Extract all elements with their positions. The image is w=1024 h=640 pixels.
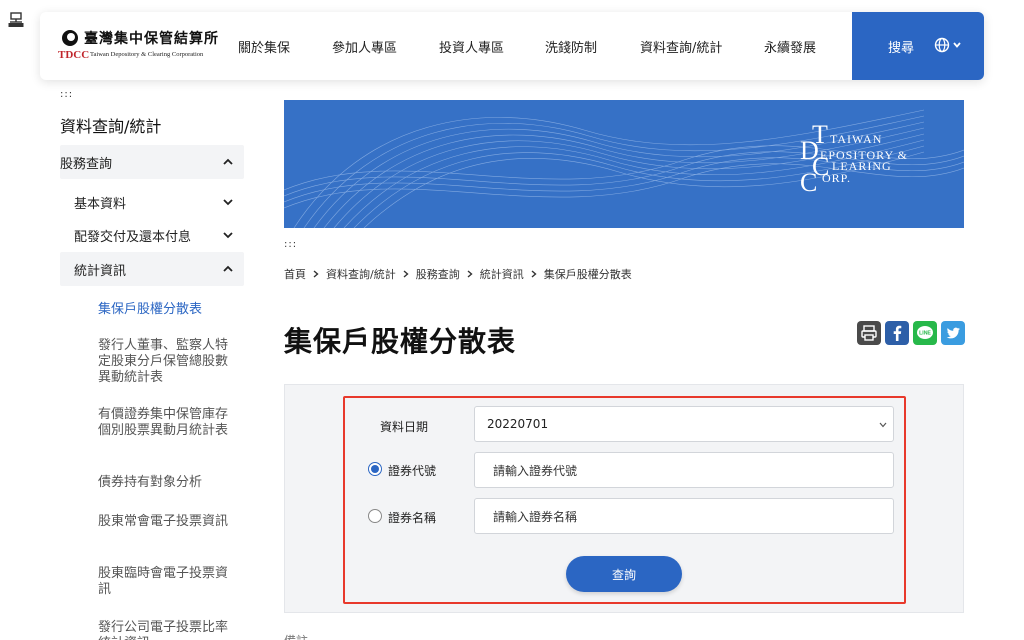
name-input[interactable]: 請輸入證券名稱 <box>474 498 894 534</box>
chevron-down-icon[interactable] <box>952 40 962 50</box>
sidebar-subitem[interactable]: 債券持有對象分析 <box>98 475 228 491</box>
sidebar-group-label: 配發交付及還本付息 <box>74 229 192 245</box>
twitter-icon[interactable] <box>941 321 965 345</box>
sidebar-section-label: 股務查詢 <box>60 156 113 172</box>
nav-aml[interactable]: 洗錢防制 <box>545 37 597 56</box>
breadcrumb-current: 集保戶股權分散表 <box>543 268 632 281</box>
sidebar-subitem[interactable]: 發行人董事、監察人特定股東分戶保管總股數異動統計表 <box>98 338 228 386</box>
banner-text: TAIWAN <box>830 132 883 146</box>
chevron-up-icon <box>223 265 233 272</box>
breadcrumb-item[interactable]: 股務查詢 <box>416 266 460 282</box>
code-label[interactable]: 證券代號 <box>388 462 436 479</box>
query-button[interactable]: 查詢 <box>566 556 682 592</box>
sidebar-title: 資料查詢/統計 <box>60 117 162 136</box>
breadcrumb: 首頁 資料查詢/統計 股務查詢 統計資訊 集保戶股權分散表 <box>284 266 632 282</box>
nav-data-query[interactable]: 資料查詢/統計 <box>640 37 722 56</box>
sidebar-subitem[interactable]: 股東常會電子投票資訊 <box>98 514 228 530</box>
line-icon-text: LINE <box>919 331 931 337</box>
chevron-right-icon <box>313 270 319 278</box>
sidebar-group-statistics[interactable]: 統計資訊 <box>60 252 244 286</box>
banner-letter: C <box>800 168 818 197</box>
date-select-value: 20220701 <box>487 417 549 431</box>
line-icon[interactable]: LINE <box>913 321 937 345</box>
date-select[interactable]: 20220701 <box>474 406 894 442</box>
sitemap-icon[interactable] <box>8 12 24 28</box>
chevron-down-icon <box>223 199 233 206</box>
chevron-down-icon <box>879 422 887 428</box>
logo-mark-icon <box>62 30 78 46</box>
banner-logo: T TAIWAN D EPOSITORY & C LEARING C ORP. <box>800 122 940 212</box>
code-input-placeholder: 請輸入證券代號 <box>493 463 578 478</box>
date-label: 資料日期 <box>380 420 429 434</box>
accesskey-content[interactable]: ::: <box>284 240 297 250</box>
search-button[interactable]: 搜尋 <box>888 37 914 56</box>
tdcc-logo[interactable]: 臺灣集中保管結算所 TDCC Taiwan Depository & Clear… <box>58 26 218 66</box>
logo-english: Taiwan Depository & Clearing Corporation <box>90 51 204 58</box>
name-label[interactable]: 證券名稱 <box>388 509 436 526</box>
nav-about[interactable]: 關於集保 <box>238 37 290 56</box>
nav-investors[interactable]: 投資人專區 <box>439 37 504 56</box>
page-title: 集保戶股權分散表 <box>284 325 517 358</box>
sidebar-section-shareholder-query[interactable]: 股務查詢 <box>60 145 244 179</box>
globe-icon[interactable] <box>934 37 950 53</box>
hero-banner: T TAIWAN D EPOSITORY & C LEARING C ORP. <box>284 100 964 228</box>
breadcrumb-item[interactable]: 資料查詢/統計 <box>326 266 396 282</box>
sidebar-subitem-current[interactable]: 集保戶股權分散表 <box>98 302 228 318</box>
site-header: 臺灣集中保管結算所 TDCC Taiwan Depository & Clear… <box>40 12 984 80</box>
sidebar-group-basic-info[interactable]: 基本資料 <box>74 185 244 219</box>
search-area: 搜尋 <box>852 12 984 80</box>
chevron-right-icon <box>467 270 473 278</box>
code-radio[interactable] <box>368 462 382 476</box>
sidebar-group-distribution[interactable]: 配發交付及還本付息 <box>74 218 244 252</box>
sidebar-group-label: 統計資訊 <box>74 263 127 279</box>
nav-sustainability[interactable]: 永續發展 <box>764 37 816 56</box>
name-input-placeholder: 請輸入證券名稱 <box>493 509 578 524</box>
code-input[interactable]: 請輸入證券代號 <box>474 452 894 488</box>
accesskey-side[interactable]: ::: <box>60 90 73 100</box>
sidebar-group-label: 基本資料 <box>74 196 127 212</box>
facebook-icon[interactable] <box>885 321 909 345</box>
print-icon[interactable] <box>857 321 881 345</box>
name-radio[interactable] <box>368 509 382 523</box>
notes-heading: 備註 <box>284 632 308 640</box>
breadcrumb-home[interactable]: 首頁 <box>284 266 306 282</box>
nav-participants[interactable]: 參加人專區 <box>332 37 397 56</box>
breadcrumb-item[interactable]: 統計資訊 <box>480 266 524 282</box>
chevron-down-icon <box>223 232 233 239</box>
sidebar-subitem[interactable]: 發行公司電子投票比率統計資訊 <box>98 620 228 640</box>
chevron-right-icon <box>403 270 409 278</box>
logo-abbr: TDCC <box>58 49 90 61</box>
banner-text: ORP. <box>822 171 852 185</box>
chevron-up-icon <box>223 158 233 165</box>
logo-chinese: 臺灣集中保管結算所 <box>84 31 219 47</box>
chevron-right-icon <box>531 270 537 278</box>
sidebar-subitem[interactable]: 有價證券集中保管庫存個別股票異動月統計表 <box>98 407 228 439</box>
sidebar-subitem[interactable]: 股東臨時會電子投票資訊 <box>98 566 228 598</box>
